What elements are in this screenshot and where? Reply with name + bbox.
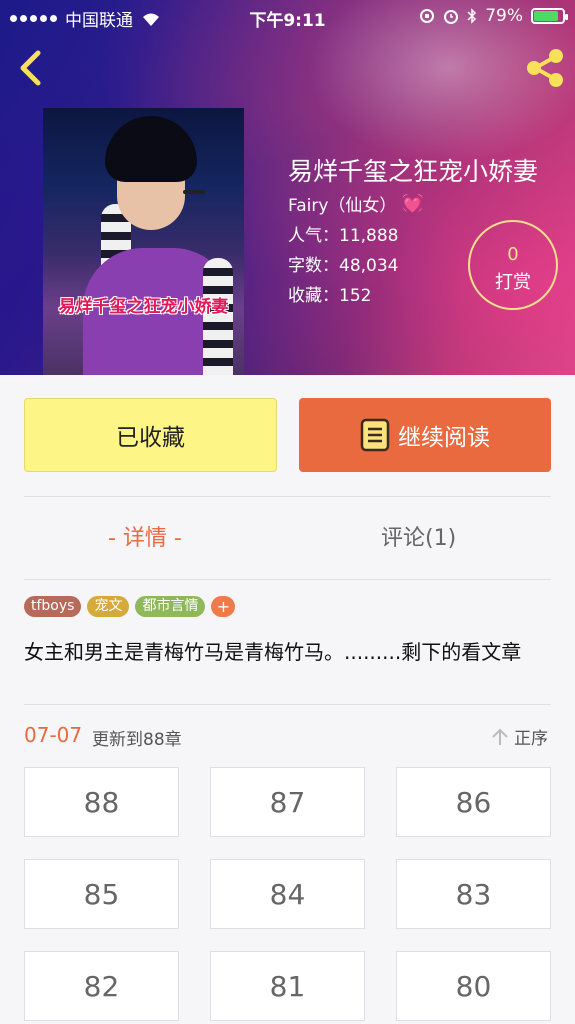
word-count: 字数：48,034 bbox=[288, 256, 399, 276]
author[interactable]: Fairy（仙女） 💓 bbox=[288, 191, 424, 217]
chapter-button[interactable]: 86 bbox=[396, 767, 551, 837]
sort-label: 正序 bbox=[514, 729, 548, 749]
battery-icon bbox=[531, 8, 568, 24]
chapter-button[interactable]: 81 bbox=[210, 951, 365, 1021]
back-button[interactable] bbox=[14, 48, 48, 88]
chapter-button[interactable]: 83 bbox=[396, 859, 551, 929]
share-icon bbox=[527, 49, 563, 87]
book-title: 易烊千玺之狂宠小娇妻 bbox=[288, 157, 539, 186]
cover-title: 易烊千玺之狂宠小娇妻 bbox=[58, 297, 229, 317]
bluetooth-icon bbox=[467, 8, 477, 24]
tag-chip[interactable]: 宠文 bbox=[87, 596, 130, 617]
chapter-button[interactable]: 85 bbox=[24, 859, 179, 929]
book-cover[interactable]: 易烊千玺之狂宠小娇妻 bbox=[43, 108, 244, 375]
chapter-button[interactable]: 82 bbox=[24, 951, 179, 1021]
tag-chip[interactable]: tfboys bbox=[24, 596, 82, 617]
divider bbox=[24, 704, 551, 705]
chevron-left-icon bbox=[20, 50, 41, 86]
continue-reading-label: 继续阅读 bbox=[398, 425, 490, 451]
chapter-button[interactable]: 88 bbox=[24, 767, 179, 837]
update-date: 07-07 bbox=[24, 723, 83, 747]
chapter-button[interactable]: 84 bbox=[210, 859, 365, 929]
reward-count: 0 bbox=[507, 244, 519, 265]
favorited-label: 已收藏 bbox=[116, 425, 185, 451]
status-bar: 中国联通 下午9:11 79% bbox=[0, 0, 575, 34]
sort-button[interactable]: 正序 bbox=[490, 724, 548, 749]
battery-level bbox=[534, 11, 558, 21]
tag-list: tfboys 宠文 都市言情 + bbox=[24, 596, 236, 617]
favorite-count: 收藏：152 bbox=[288, 286, 372, 306]
share-button[interactable] bbox=[523, 46, 567, 90]
tab-detail[interactable]: - 详情 - bbox=[108, 520, 182, 552]
alarm-icon bbox=[444, 10, 459, 24]
reward-label: 打赏 bbox=[495, 272, 531, 293]
favorited-button[interactable]: 已收藏 bbox=[24, 398, 277, 472]
book-icon bbox=[360, 418, 390, 452]
add-tag-button[interactable]: + bbox=[211, 596, 236, 617]
divider bbox=[24, 579, 551, 580]
tag-chip[interactable]: 都市言情 bbox=[135, 596, 206, 617]
divider bbox=[24, 496, 551, 497]
chapter-grid: 88 87 86 85 84 83 82 81 80 bbox=[24, 767, 551, 1021]
chapter-button[interactable]: 87 bbox=[210, 767, 365, 837]
continue-reading-button[interactable]: 继续阅读 bbox=[299, 398, 551, 472]
reward-button[interactable]: 0 打赏 bbox=[468, 220, 558, 310]
book-summary: 女主和男主是青梅竹马是青梅竹马。.........剩下的看文章 bbox=[24, 640, 522, 664]
tab-comments[interactable]: 评论(1) bbox=[381, 520, 456, 552]
author-name: Fairy（仙女） bbox=[288, 196, 397, 216]
heart-icon: 💓 bbox=[402, 193, 424, 214]
rotation-lock-icon bbox=[420, 9, 435, 23]
arrow-up-icon bbox=[492, 728, 508, 745]
battery-percent: 79% bbox=[485, 6, 523, 26]
chapter-button[interactable]: 80 bbox=[396, 951, 551, 1021]
popularity: 人气：11,888 bbox=[288, 226, 399, 246]
update-status: 更新到88章 bbox=[92, 730, 182, 750]
book-header: 中国联通 下午9:11 79% 易烊千玺之狂宠小娇妻 易烊千玺之狂宠小娇妻 Fa… bbox=[0, 0, 575, 375]
